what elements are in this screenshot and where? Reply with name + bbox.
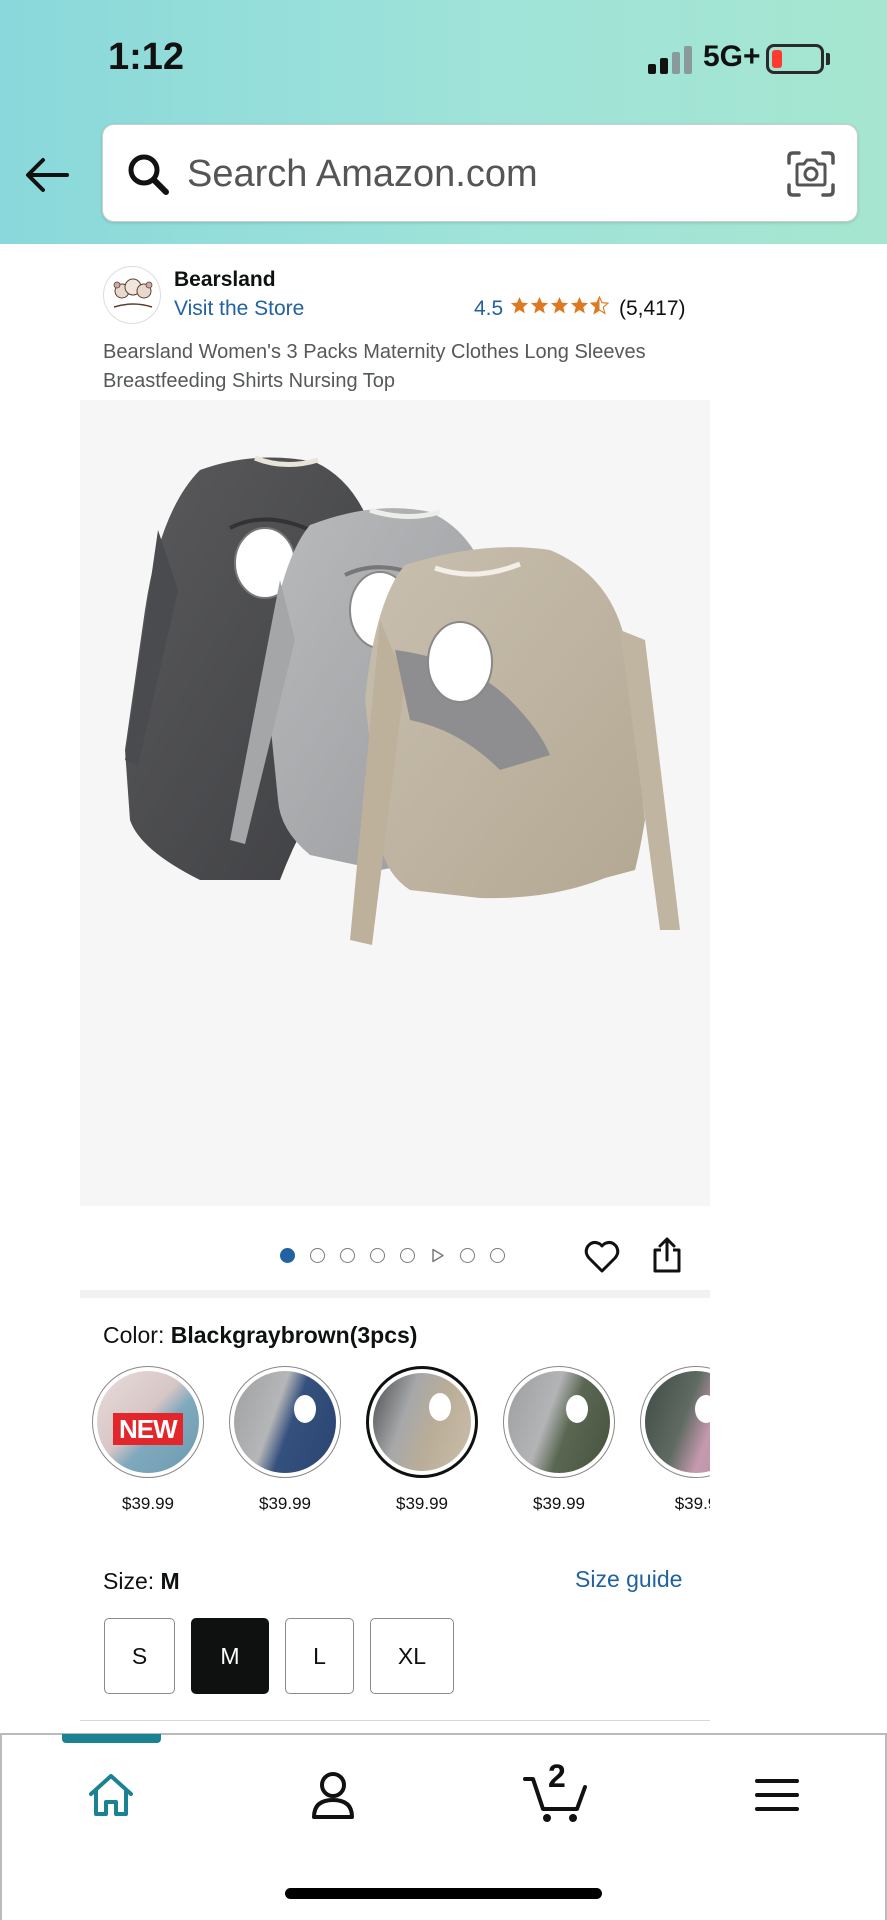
section-divider bbox=[80, 1290, 710, 1298]
magnifier-icon bbox=[128, 154, 169, 195]
star-full-icon bbox=[570, 296, 589, 314]
share-icon[interactable] bbox=[651, 1236, 683, 1274]
star-half-icon bbox=[590, 296, 609, 315]
search-bar[interactable] bbox=[102, 124, 858, 222]
star-full-icon bbox=[550, 296, 569, 314]
color-option[interactable]: $39.99 bbox=[225, 1366, 345, 1514]
active-tab-indicator bbox=[62, 1734, 161, 1743]
size-selected-value: M bbox=[160, 1568, 180, 1594]
home-indicator bbox=[285, 1888, 602, 1899]
color-option[interactable]: NEW $39.99 bbox=[88, 1366, 208, 1514]
color-option-selected[interactable]: $39.99 bbox=[362, 1366, 482, 1514]
menu-icon bbox=[755, 1779, 799, 1811]
carousel-dot[interactable] bbox=[310, 1247, 325, 1263]
carousel-dot[interactable] bbox=[460, 1247, 475, 1263]
size-option-l[interactable]: L bbox=[285, 1618, 354, 1694]
search-input[interactable] bbox=[187, 145, 747, 203]
color-option-price: $39.9 bbox=[674, 1494, 710, 1513]
rating-value[interactable]: 4.5 bbox=[474, 297, 503, 321]
color-label: Color: Blackgraybrown(3pcs) bbox=[103, 1322, 417, 1349]
video-play-icon[interactable] bbox=[430, 1247, 445, 1263]
size-option-m[interactable]: M bbox=[191, 1618, 269, 1694]
status-time: 1:12 bbox=[108, 36, 185, 78]
star-full-icon bbox=[530, 296, 549, 314]
nursing-tops-illustration bbox=[125, 455, 680, 945]
new-badge: NEW bbox=[113, 1413, 183, 1445]
nav-menu[interactable] bbox=[742, 1760, 812, 1830]
back-button[interactable] bbox=[22, 150, 72, 200]
home-icon bbox=[89, 1774, 133, 1816]
battery-tip bbox=[826, 53, 830, 65]
carousel-dot[interactable] bbox=[400, 1247, 415, 1263]
store-logo[interactable] bbox=[103, 266, 161, 324]
product-image[interactable] bbox=[80, 400, 710, 1206]
color-label-text: Color: bbox=[103, 1322, 165, 1348]
nav-account[interactable] bbox=[298, 1760, 368, 1830]
color-option[interactable]: $39.9 bbox=[636, 1366, 710, 1514]
battery-icon bbox=[766, 44, 824, 74]
arrow-left-icon bbox=[26, 158, 69, 192]
image-carousel-dots[interactable] bbox=[280, 1246, 505, 1264]
cart-count-badge: 2 bbox=[548, 1758, 566, 1794]
star-full-icon bbox=[510, 296, 529, 314]
visit-store-link[interactable]: Visit the Store bbox=[174, 297, 304, 321]
signal-strength-icon bbox=[648, 44, 696, 74]
carousel-dot[interactable] bbox=[340, 1247, 355, 1263]
carousel-dot[interactable] bbox=[370, 1247, 385, 1263]
size-option-xl[interactable]: XL bbox=[370, 1618, 454, 1694]
store-name: Bearsland bbox=[174, 268, 276, 291]
size-option-s[interactable]: S bbox=[104, 1618, 175, 1694]
bear-logo-icon bbox=[113, 278, 153, 308]
carousel-dot[interactable] bbox=[280, 1247, 295, 1263]
carousel-dot[interactable] bbox=[490, 1247, 505, 1263]
color-option-price: $39.99 bbox=[533, 1494, 585, 1513]
size-guide-link[interactable]: Size guide bbox=[575, 1566, 682, 1593]
color-option-price: $39.99 bbox=[259, 1494, 311, 1513]
color-swatches: NEW $39.99 $39.99 $39.99 $39.99 $39. bbox=[80, 1366, 710, 1526]
app-header: 1:12 5G+ bbox=[0, 0, 887, 244]
color-option-price: $39.99 bbox=[122, 1494, 174, 1513]
section-divider bbox=[80, 1720, 710, 1721]
star-rating[interactable] bbox=[510, 296, 609, 320]
color-option-price: $39.99 bbox=[396, 1494, 448, 1513]
product-title: Bearsland Women's 3 Packs Maternity Clot… bbox=[103, 341, 646, 392]
camera-scan-icon[interactable] bbox=[785, 149, 837, 199]
network-type: 5G+ bbox=[703, 40, 761, 73]
color-selected-value: Blackgraybrown(3pcs) bbox=[170, 1322, 418, 1348]
size-label: Size: M bbox=[103, 1568, 180, 1595]
color-option[interactable]: $39.99 bbox=[499, 1366, 619, 1514]
rating-count[interactable]: (5,417) bbox=[619, 297, 686, 321]
account-icon bbox=[312, 1772, 354, 1819]
nav-home[interactable] bbox=[76, 1760, 146, 1830]
size-label-text: Size: bbox=[103, 1568, 155, 1594]
heart-icon[interactable] bbox=[584, 1240, 620, 1274]
